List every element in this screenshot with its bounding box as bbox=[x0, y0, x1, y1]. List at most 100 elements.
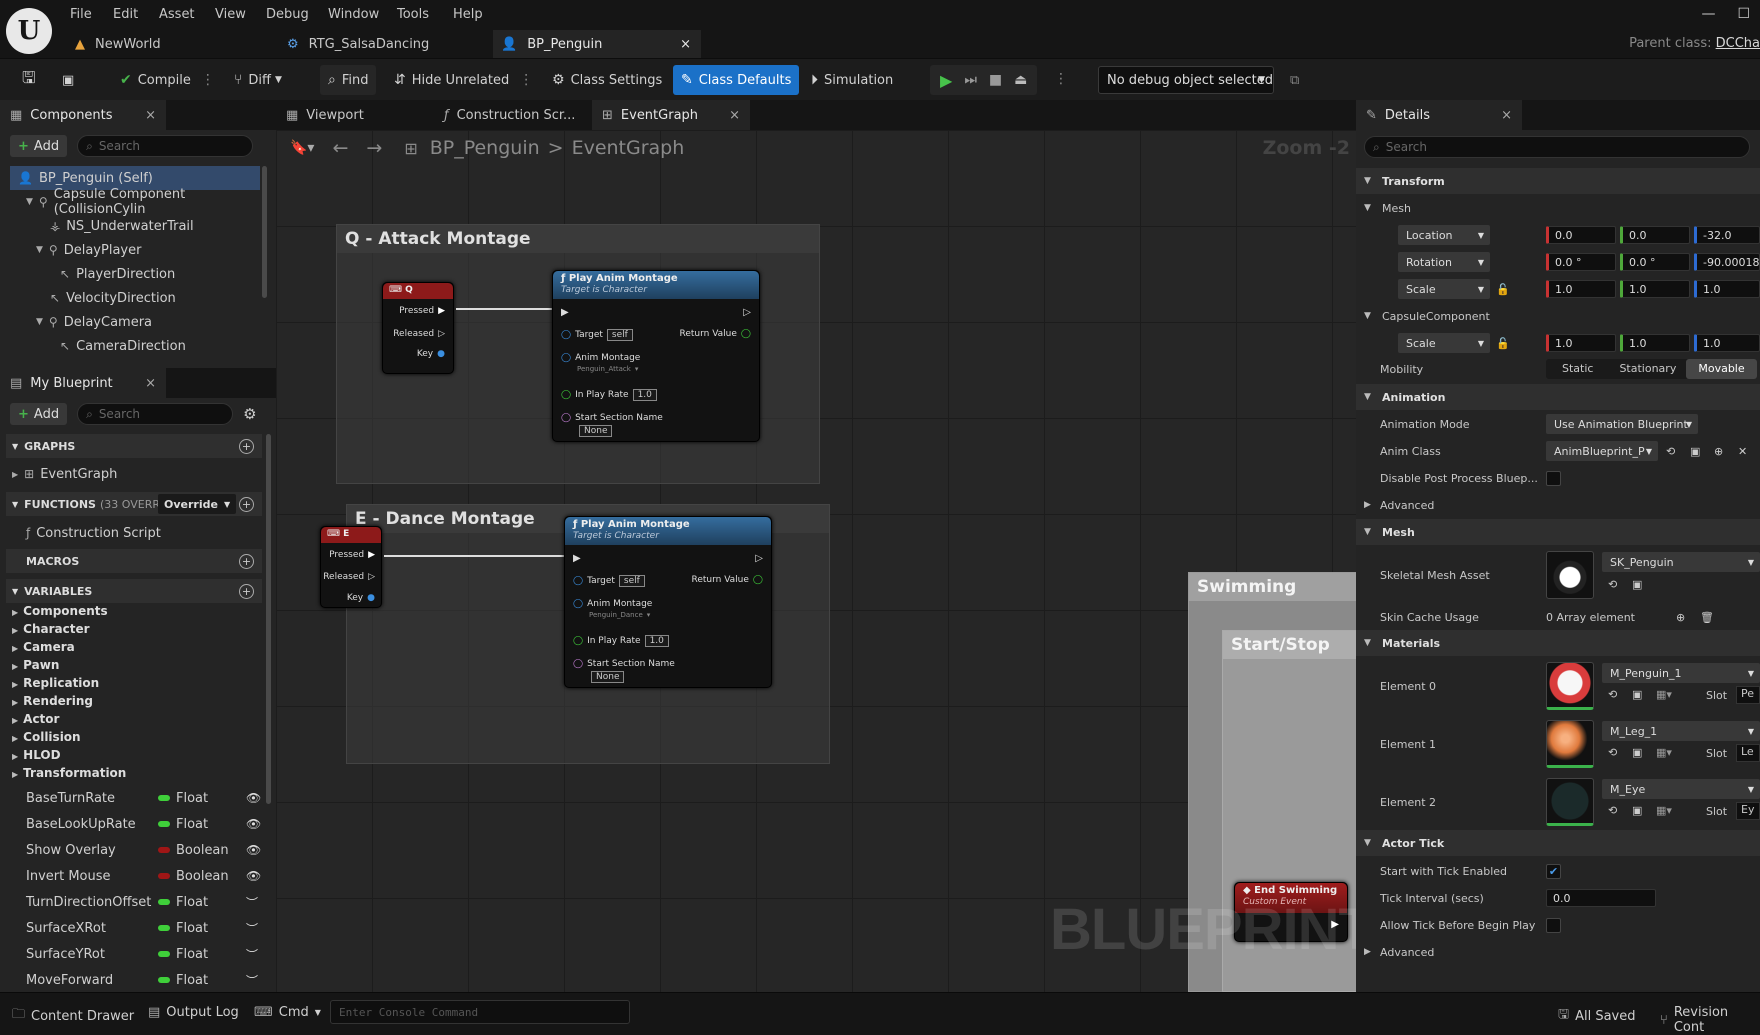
material-dropdown[interactable]: M_Eye ▼ bbox=[1602, 779, 1760, 799]
use-selected-icon[interactable]: ⟲ bbox=[1608, 688, 1617, 701]
macros-section[interactable]: MACROS + bbox=[6, 549, 262, 573]
tab-details[interactable]: ✎ Details × bbox=[1356, 100, 1522, 130]
add-icon[interactable]: ⊕ bbox=[1714, 445, 1723, 458]
find-button[interactable]: ⌕ Find bbox=[320, 65, 377, 95]
exec-in-pin[interactable]: ▶ bbox=[573, 553, 581, 564]
add-macro-icon[interactable]: + bbox=[239, 553, 254, 569]
gear-icon[interactable]: ⚙ bbox=[243, 405, 256, 423]
variable-category[interactable]: ▶ HLOD bbox=[12, 748, 61, 766]
variable-row[interactable]: BaseLookUpRate Float 👁 bbox=[0, 812, 262, 836]
breadcrumb-current[interactable]: EventGraph bbox=[572, 137, 685, 159]
class-defaults-button[interactable]: ✎ Class Defaults bbox=[673, 65, 800, 95]
clear-icon[interactable]: ✕ bbox=[1738, 445, 1747, 458]
slot-name-field[interactable]: Pe bbox=[1736, 686, 1760, 704]
comment-title-q[interactable]: Q - Attack Montage bbox=[337, 225, 819, 253]
slot-name-field[interactable]: Ey bbox=[1736, 802, 1760, 820]
tree-item-cameradirection[interactable]: ↖ CameraDirection bbox=[60, 334, 186, 358]
close-icon[interactable]: × bbox=[1501, 108, 1512, 123]
scale-dropdown[interactable]: Scale ▼ bbox=[1398, 279, 1490, 299]
row-advanced-tick[interactable]: ▶ Advanced bbox=[1356, 939, 1760, 965]
details-search-input[interactable]: ⌕ Search bbox=[1364, 136, 1750, 158]
parent-class-link[interactable]: DCCha bbox=[1716, 36, 1760, 51]
tree-item-capsule[interactable]: ▼ ⚲ Capsule Component (CollisionCylin bbox=[26, 187, 276, 217]
variable-row[interactable]: MoveForward Float ︶ bbox=[0, 968, 262, 992]
section-animation[interactable]: ▼ Animation bbox=[1356, 384, 1760, 410]
rotation-x[interactable]: 0.0 ° bbox=[1546, 253, 1616, 271]
location-z[interactable]: -32.0 bbox=[1694, 226, 1760, 244]
my-blueprint-scrollbar[interactable] bbox=[266, 434, 271, 804]
variable-category[interactable]: ▶ Replication bbox=[12, 676, 99, 694]
mobility-stationary[interactable]: Stationary bbox=[1609, 359, 1686, 379]
material-thumbnail[interactable] bbox=[1546, 720, 1594, 768]
pin-released[interactable]: Released ▷ bbox=[393, 329, 445, 339]
eye-closed-icon[interactable]: ︶ bbox=[246, 920, 258, 937]
diff-button[interactable]: ⑂ Diff ▼ bbox=[226, 65, 290, 95]
start-section-value[interactable]: None bbox=[587, 671, 625, 683]
close-icon[interactable]: × bbox=[145, 108, 156, 123]
output-log-button[interactable]: ▤ Output Log bbox=[148, 1005, 239, 1020]
bookmark-icon[interactable]: 🔖▾ bbox=[290, 140, 314, 156]
slot-name-field[interactable]: Le bbox=[1736, 744, 1760, 762]
hide-unrelated-button[interactable]: ⇵ Hide Unrelated ⋮ bbox=[386, 65, 541, 95]
eye-open-icon[interactable]: 👁 bbox=[246, 869, 261, 883]
content-drawer-button[interactable]: 🗀 Content Drawer bbox=[12, 1005, 134, 1027]
browse-icon[interactable]: ▣ bbox=[1632, 804, 1642, 817]
use-selected-icon[interactable]: ⟲ bbox=[1608, 578, 1617, 591]
mobility-static[interactable]: Static bbox=[1546, 359, 1609, 379]
location-dropdown[interactable]: Location ▼ bbox=[1398, 225, 1490, 245]
stop-icon[interactable]: ■ bbox=[989, 72, 1002, 88]
montage-select-q[interactable]: Penguin_Attack ▾ bbox=[577, 365, 638, 373]
variable-row[interactable]: Invert Mouse Boolean 👁 bbox=[0, 864, 262, 888]
menu-asset[interactable]: Asset bbox=[159, 7, 195, 22]
override-dropdown[interactable]: Override ▼ bbox=[158, 494, 237, 514]
variable-row[interactable]: BaseTurnRate Float 👁 bbox=[0, 786, 262, 810]
eye-open-icon[interactable]: 👁 bbox=[246, 843, 261, 857]
eye-closed-icon[interactable]: ︶ bbox=[246, 894, 258, 911]
material-dropdown[interactable]: M_Penguin_1 ▼ bbox=[1602, 663, 1760, 683]
function-item-construction-script[interactable]: ƒ Construction Script bbox=[26, 521, 161, 545]
tab-newworld[interactable]: ▲ NewWorld bbox=[75, 30, 275, 58]
add-component-button[interactable]: + Add bbox=[10, 135, 68, 157]
class-settings-button[interactable]: ⚙ Class Settings bbox=[544, 65, 670, 95]
tab-my-blueprint[interactable]: ▤ My Blueprint × bbox=[0, 368, 166, 398]
pin-pressed[interactable]: Pressed ▶ bbox=[329, 550, 375, 560]
browse-icon[interactable]: ▣ bbox=[1632, 578, 1642, 591]
tab-viewport[interactable]: ▦ Viewport bbox=[276, 100, 434, 130]
add-member-button[interactable]: + Add bbox=[10, 403, 68, 425]
montage-select-e[interactable]: Penguin_Dance ▾ bbox=[589, 611, 650, 619]
rotation-dropdown[interactable]: Rotation ▼ bbox=[1398, 252, 1490, 272]
section-transform[interactable]: ▼ Transform bbox=[1356, 168, 1760, 194]
trash-icon[interactable]: 🗑 bbox=[1700, 611, 1714, 624]
use-selected-icon[interactable]: ⟲ bbox=[1608, 746, 1617, 759]
pin-key[interactable]: Key ● bbox=[417, 349, 445, 359]
graph-canvas[interactable]: Q - Attack Montage E - Dance Montage ⌨ Q… bbox=[276, 130, 1356, 992]
minimize-icon[interactable]: — bbox=[1701, 6, 1715, 22]
pin-return-value[interactable]: Return Value ◯ bbox=[679, 329, 751, 339]
tree-item-playerdirection[interactable]: ↖ PlayerDirection bbox=[60, 262, 175, 286]
key-node-q[interactable]: ⌨ Q Pressed ▶ Released ▷ Key ● bbox=[382, 282, 454, 374]
variable-category[interactable]: ▶ Character bbox=[12, 622, 90, 640]
tab-rtg-salsadancing[interactable]: ⚙ RTG_SalsaDancing bbox=[287, 30, 487, 58]
debug-filter-button[interactable]: ⧉ bbox=[1282, 65, 1307, 95]
exec-in-pin[interactable]: ▶ bbox=[561, 307, 569, 318]
rotation-z[interactable]: -90.000183 bbox=[1694, 253, 1760, 271]
all-saved-button[interactable]: 🖫 All Saved bbox=[1558, 1005, 1636, 1027]
tab-bp-penguin[interactable]: 👤 BP_Penguin × bbox=[493, 30, 701, 58]
add-graph-icon[interactable]: + bbox=[239, 438, 254, 454]
pin-anim-montage[interactable]: ◯ Anim Montage bbox=[561, 353, 640, 363]
row-advanced-animation[interactable]: ▶ Advanced bbox=[1356, 492, 1760, 518]
section-actor-tick[interactable]: ▼ Actor Tick bbox=[1356, 830, 1760, 856]
menu-edit[interactable]: Edit bbox=[113, 7, 138, 22]
browse-icon[interactable]: ▣ bbox=[1690, 445, 1700, 458]
tree-item-delayplayer[interactable]: ▼ ⚲ DelayPlayer bbox=[36, 238, 141, 262]
tab-eventgraph[interactable]: ⊞ EventGraph × bbox=[592, 100, 750, 130]
pin-target[interactable]: ◯ Target self bbox=[561, 329, 633, 341]
tree-item-trail[interactable]: ⚶ NS_UnderwaterTrail bbox=[50, 214, 194, 238]
components-search-input[interactable]: ⌕ Search bbox=[77, 135, 254, 157]
pin-released[interactable]: Released ▷ bbox=[323, 572, 375, 582]
forward-arrow-icon[interactable]: → bbox=[366, 137, 382, 159]
capsule-scale-dropdown[interactable]: Scale ▼ bbox=[1398, 333, 1490, 353]
menu-file[interactable]: File bbox=[70, 7, 92, 22]
variable-row[interactable]: SurfaceYRot Float ︶ bbox=[0, 942, 262, 966]
capsule-scale-z[interactable]: 1.0 bbox=[1694, 334, 1760, 352]
